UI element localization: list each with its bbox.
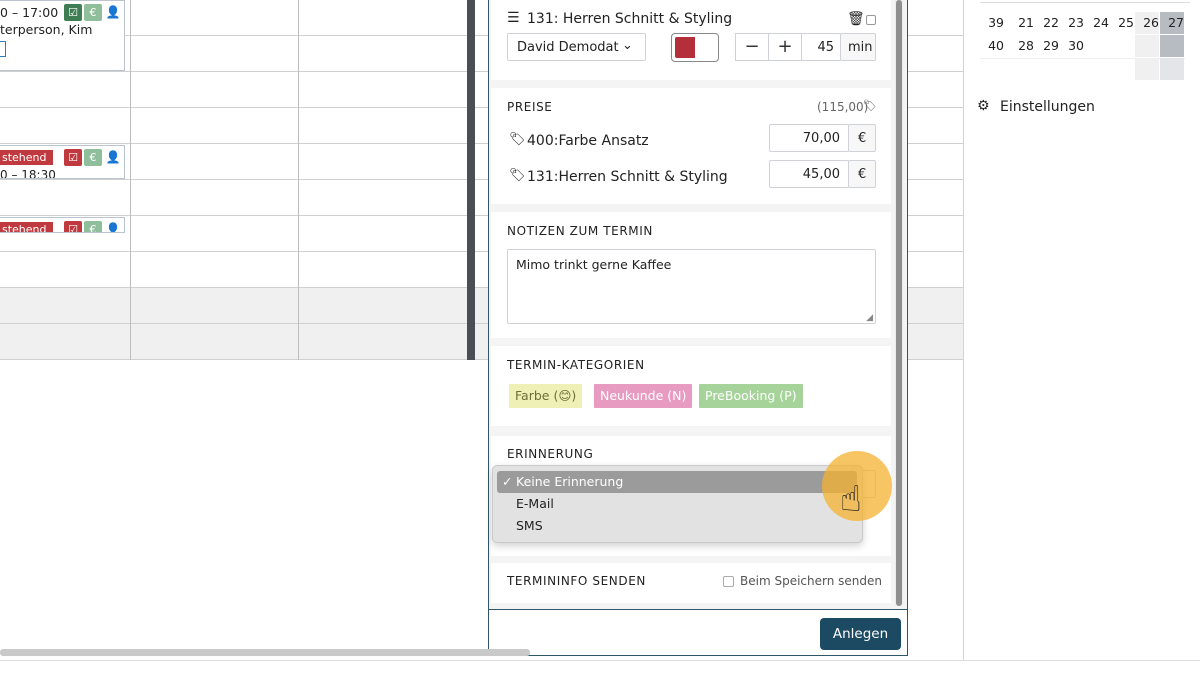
prices-section: PREISE (115,00) 🏷 🏷 400:Farbe Ansatz 70,… [491,88,891,204]
service-section: ☰ 131: Herren Schnitt & Styling 🗑 David … [491,0,891,80]
terminfo-title: TERMININFO SENDEN [507,574,646,588]
notes-textarea[interactable]: Mimo trinkt gerne Kaffee ◢ [507,249,876,324]
appointment-marker [0,41,6,57]
right-sidebar: 39 21 22 23 24 25 26 27 40 28 29 30 ⚙ Ei… [963,0,1200,660]
week-number: 39 [988,15,1004,30]
resize-handle-icon[interactable]: ◢ [866,313,873,323]
week-number: 40 [988,38,1004,53]
category-tag-farbe[interactable]: Farbe (😊) [509,384,583,408]
category-tag-prebooking[interactable]: PreBooking (P) [699,384,803,408]
reminder-option-email[interactable]: E-Mail [497,493,857,515]
modal-footer: Anlegen [489,609,907,655]
calendar-day[interactable]: 25 [1110,12,1134,34]
appointment-card[interactable]: stehend 0 – 18:30 ☑ € 👤 [0,145,125,179]
user-check-icon: 👤 [105,222,121,233]
euro-icon: € [84,4,102,21]
categories-title: TERMIN-KATEGORIEN [507,358,645,372]
status-badge: stehend [0,150,53,165]
notes-text: Mimo trinkt gerne Kaffee [516,257,672,272]
calendar-day[interactable]: 26 [1135,12,1159,34]
calendar-day[interactable]: 23 [1060,12,1084,34]
terminfo-section: TERMININFO SENDEN Beim Speichern senden [491,563,891,603]
appointment-card[interactable]: stehend ☑ € 👤 [0,217,125,233]
status-badge: stehend [0,222,53,232]
calendar-day-empty [1160,35,1184,57]
prices-title: PREISE [507,100,553,114]
staff-select[interactable]: David Demodat ⌄ [507,33,646,61]
staff-select-value: David Demodat [517,40,619,55]
drag-handle-icon[interactable]: ☰ [507,10,520,26]
prices-total: (115,00) [817,100,869,114]
calendar-day[interactable]: 24 [1085,12,1109,34]
mini-calendar: 39 21 22 23 24 25 26 27 40 28 29 30 [980,12,1190,80]
create-button[interactable]: Anlegen [820,618,901,650]
settings-link[interactable]: Einstellungen [1000,99,1095,115]
column-divider [467,0,475,360]
calendar-day[interactable]: 21 [1010,12,1034,34]
price-item-label: 131:Herren Schnitt & Styling [527,169,728,185]
gear-icon[interactable]: ⚙ [977,98,990,114]
price-item-label: 400:Farbe Ansatz [527,133,649,149]
notes-title: NOTIZEN ZUM TERMIN [507,224,653,238]
reminder-option-none[interactable]: ✓ Keine Erinnerung [497,471,857,493]
duration-plus-button[interactable]: + [768,33,802,61]
send-on-save-checkbox[interactable] [723,576,734,587]
tag-icon: 🏷 [509,168,526,183]
reminder-option-sms[interactable]: SMS [497,515,857,537]
user-check-icon: 👤 [105,5,121,19]
page-footer [0,660,1200,675]
appointment-time: 0 – 18:30 [0,168,56,179]
calendar-day-empty [1110,35,1134,57]
price-input[interactable]: 45,00 [769,160,849,188]
color-picker[interactable] [671,33,719,62]
calendar-day-empty [1085,35,1109,57]
hand-cursor-icon: ☝ [840,479,862,520]
calendar-day[interactable]: 28 [1010,35,1034,57]
horizontal-scrollbar[interactable] [0,649,530,656]
checkmark-icon: ✓ [502,474,513,489]
appointment-time: 0 – 17:00 [0,5,59,20]
reminder-title: ERINNERUNG [507,447,594,461]
currency-addon: € [848,124,876,152]
calendar-day-empty [1135,35,1159,57]
checked-calendar-icon: ☑ [64,4,82,21]
calendar-top-edge [980,0,1190,3]
checked-calendar-icon: ☑ [64,149,82,166]
user-check-icon: 👤 [105,150,121,164]
euro-icon: € [84,149,102,166]
calendar-day[interactable]: 30 [1060,35,1084,57]
color-swatch [675,37,695,58]
price-input[interactable]: 70,00 [769,124,849,152]
category-tag-neukunde[interactable]: Neukunde (N) [594,384,693,408]
trash-icon[interactable]: 🗑 [847,11,865,27]
tag-icon: 🏷 [509,132,526,147]
tag-icon: 🏷 [863,99,877,112]
modal-scrollbar-thumb[interactable] [896,0,902,606]
euro-icon: € [84,221,102,232]
chevron-down-icon: ⌄ [622,38,633,53]
service-title: 131: Herren Schnitt & Styling [527,11,733,27]
send-on-save-label: Beim Speichern senden [740,574,882,588]
calendar-day[interactable]: 22 [1035,12,1059,34]
reminder-dropdown-list: ✓ Keine Erinnerung E-Mail SMS [492,465,863,543]
appointment-card[interactable]: 0 – 17:00 terperson, Kim ☑ € 👤 [0,0,125,71]
notes-section: NOTIZEN ZUM TERMIN Mimo trinkt gerne Kaf… [491,212,891,338]
service-checkbox[interactable] [866,15,876,25]
currency-addon: € [848,160,876,188]
appointment-modal: ☰ 131: Herren Schnitt & Styling 🗑 David … [488,0,908,656]
calendar-day-empty [1160,58,1184,80]
calendar-day[interactable]: 29 [1035,35,1059,57]
duration-unit: min [840,33,876,61]
checked-calendar-icon: ☑ [64,221,82,232]
duration-value: 45 [817,40,834,55]
categories-section: TERMIN-KATEGORIEN Farbe (😊) Neukunde (N)… [491,346,891,426]
calendar-day[interactable]: 27 [1160,12,1184,34]
duration-minus-button[interactable]: − [735,33,769,61]
duration-input[interactable]: 45 [801,33,841,61]
calendar-day-empty [1135,58,1159,80]
appointment-person: terperson, Kim [0,22,93,37]
